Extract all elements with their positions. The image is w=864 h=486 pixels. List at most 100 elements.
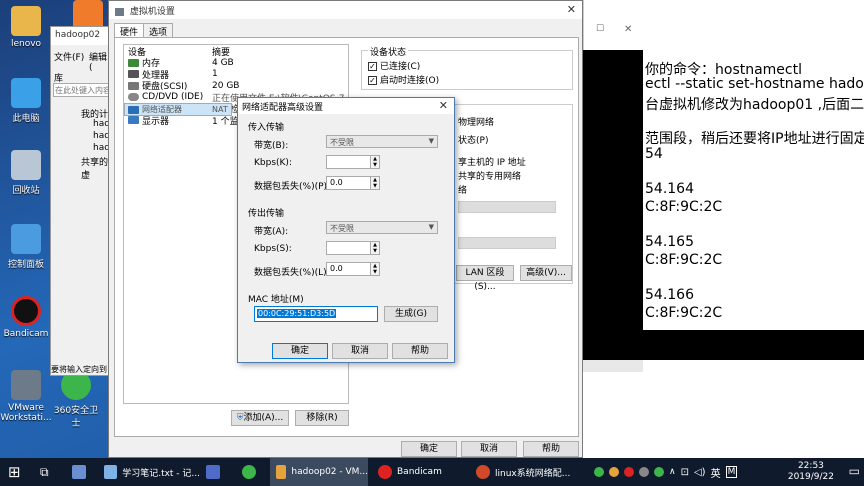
spinner-icon[interactable]: ▲ ▼ [370, 156, 379, 168]
mac-address-input[interactable]: 00:0C:29:51:D3:5D [254, 306, 378, 322]
library-tree-item[interactable]: 共享的虚 [81, 155, 109, 181]
spinner-icon[interactable]: ▲ ▼ [370, 177, 379, 189]
advanced-dialog-titlebar: 网络适配器高级设置 ✕ [238, 98, 454, 114]
task-view-icon: ⧉ [40, 464, 49, 479]
desktop-icon-360[interactable]: 360安全卫士 [50, 370, 102, 429]
clock-date: 2019/9/22 [787, 472, 834, 482]
vmware-menu-file[interactable]: 文件(F) [54, 50, 84, 63]
user-folder-icon [11, 6, 41, 36]
custom-network-select[interactable] [458, 201, 556, 213]
advanced-cancel-button[interactable]: 取消 [332, 343, 388, 359]
taskbar-notepad[interactable]: 学习笔记.txt - 记... [104, 458, 200, 486]
vm-console-screen[interactable] [583, 50, 643, 350]
lan-segment-select[interactable] [458, 237, 556, 249]
remove-hardware-button[interactable]: 移除(R) [295, 410, 349, 426]
connect-on-boot-checkbox[interactable]: ✓ 启动时连接(O) [368, 73, 439, 86]
editor-line: C:8F:9C:2C [645, 199, 723, 215]
in-bandwidth-select[interactable]: 不受限 ▼ [326, 135, 438, 148]
task-view-button[interactable]: ⧉ [40, 458, 49, 486]
vm-console-window-titlebar: ☐ ✕ [583, 0, 643, 50]
cancel-button[interactable]: 取消 [461, 441, 517, 457]
vmware-status-text: 要将输入定向到 [51, 365, 107, 374]
network-icon[interactable]: ⊡ [681, 467, 689, 478]
summary-column-header: 摘要 [212, 48, 231, 57]
taskbar-powerpoint[interactable]: linux系统网络配... [476, 458, 588, 486]
lan-segment-button[interactable]: LAN 区段(S)... [456, 265, 514, 292]
advanced-dialog-title: 网络适配器高级设置 [242, 103, 324, 113]
tray-bandicam-icon[interactable] [624, 467, 634, 477]
out-bandwidth-label: 带宽(A): [254, 227, 289, 237]
tray-app-icon[interactable] [654, 467, 664, 477]
processor-icon [128, 70, 139, 79]
editor-line: 54.165 [645, 234, 694, 250]
in-loss-label: 数据包丢失(%)(P) [254, 182, 328, 192]
generate-mac-button[interactable]: 生成(G) [384, 306, 438, 322]
in-loss-input[interactable]: 0.0 ▲ ▼ [326, 176, 380, 190]
spinner-icon[interactable]: ▲ ▼ [370, 242, 379, 254]
advanced-help-button[interactable]: 帮助 [392, 343, 448, 359]
volume-icon[interactable]: ◁) [694, 467, 706, 478]
taskbar-pin[interactable] [206, 458, 220, 486]
add-hardware-button[interactable]: ⛨添加(A)... [231, 410, 289, 426]
advanced-ok-button[interactable]: 确定 [272, 343, 328, 359]
editor-line: ectl --static set-hostname hadoop [645, 76, 864, 92]
mac-address-value: 00:0C:29:51:D3:5D [257, 309, 337, 318]
clock-time: 22:53 [797, 461, 824, 471]
desktop-icon-this-pc[interactable]: 此电脑 [0, 78, 52, 124]
close-icon[interactable]: ✕ [624, 24, 632, 35]
out-bandwidth-select[interactable]: 不受限 ▼ [326, 221, 438, 234]
show-hidden-icons-icon[interactable]: ∧ [669, 467, 676, 477]
desktop-icon-lenovo[interactable]: lenovo [0, 6, 52, 49]
control-panel-icon [11, 224, 41, 254]
device-row-network-adapter[interactable]: 网络适配器 NAT [124, 103, 232, 116]
close-icon[interactable]: ✕ [567, 3, 576, 16]
clock[interactable]: 22:53 2019/9/22 [788, 461, 834, 483]
editor-line: 台虚拟机修改为hadoop01 ,后面二台机 [645, 97, 864, 113]
ime-mode-icon[interactable]: M [725, 466, 738, 478]
close-icon[interactable]: ✕ [439, 99, 448, 112]
taskbar-vmware[interactable]: hadoop02 - VM... [270, 458, 368, 486]
360-icon [242, 465, 256, 479]
memory-icon [128, 58, 139, 67]
out-loss-input[interactable]: 0.0 ▲ ▼ [326, 262, 380, 276]
out-kbps-input[interactable]: ▲ ▼ [326, 241, 380, 255]
start-button[interactable]: ⊞ [8, 458, 21, 486]
taskbar-pin[interactable] [242, 458, 256, 486]
editor-line: C:8F:9C:2C [645, 305, 723, 321]
in-kbps-input[interactable]: ▲ ▼ [326, 155, 380, 169]
tray-app-icon[interactable] [639, 467, 649, 477]
device-status-group: 设备状态 ✓ 已连接(C) ✓ 启动时连接(O) [361, 45, 573, 90]
ime-indicator[interactable]: 英 [711, 465, 721, 480]
advanced-button[interactable]: 高级(V)... [520, 265, 572, 281]
network-option-text: 共享的专用网络 [458, 172, 522, 182]
notepad-window[interactable]: ☐ ✕ 你的命令：hostnamectl ectl --static set-h… [583, 0, 864, 458]
desktop-icon-control-panel[interactable]: 控制面板 [0, 224, 52, 270]
desktop-icon-recycle-bin[interactable]: 回收站 [0, 150, 52, 196]
connected-checkbox[interactable]: ✓ 已连接(C) [368, 59, 420, 72]
library-search-input[interactable]: 在此处键入内容进行搜索 [53, 83, 109, 97]
network-adapter-advanced-dialog[interactable]: 网络适配器高级设置 ✕ 传入传输 带宽(B): 不受限 ▼ Kbps(K): ▲ ▼… [237, 97, 455, 363]
editor-line: C:8F:9C:2C [645, 252, 723, 268]
network-option-text: 物理网络 [458, 118, 495, 128]
dialog-tabs: 硬件 选项 [114, 23, 174, 39]
spinner-icon[interactable]: ▲ ▼ [370, 263, 379, 275]
editor-line: 54 [645, 146, 663, 162]
dialog-titlebar: 虚拟机设置 ✕ [109, 1, 582, 19]
taskbar-bandicam[interactable]: Bandicam [374, 458, 462, 486]
editor-line: 54.166 [645, 287, 694, 303]
notepad-icon [104, 465, 118, 479]
help-button[interactable]: 帮助 [523, 441, 579, 457]
vmware-menu-edit[interactable]: 编辑( [89, 50, 109, 73]
taskbar-pin[interactable] [72, 458, 86, 486]
recycle-bin-icon [11, 150, 41, 180]
desktop-icon-vmware[interactable]: VMware Workstati... [0, 370, 52, 423]
tray-app-icon[interactable] [609, 467, 619, 477]
desktop-icon-bandicam[interactable]: Bandicam [0, 296, 52, 339]
dialog-title: 虚拟机设置 [129, 7, 175, 17]
ok-button[interactable]: 确定 [401, 441, 457, 457]
vmware-main-window[interactable]: hadoop02 文件(F) 编辑( 库 在此处键入内容进行搜索 我的计 had… [50, 26, 110, 376]
minimize-icon[interactable]: ☐ [596, 24, 604, 34]
notification-icon[interactable]: ▭ [849, 464, 860, 478]
tray-360-icon[interactable] [594, 467, 604, 477]
mac-address-label: MAC 地址(M) [248, 295, 304, 305]
